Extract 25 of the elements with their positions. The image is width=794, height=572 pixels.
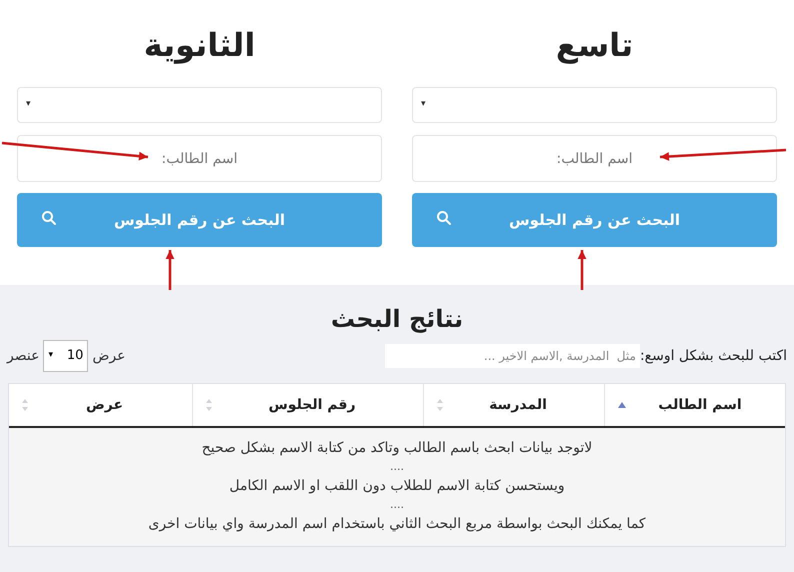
empty-message: .... [390, 460, 404, 474]
length-label: عرض [92, 346, 126, 366]
empty-message: .... [390, 498, 404, 512]
panel-title: الثانوية [142, 25, 256, 66]
search-icon [436, 210, 452, 226]
column-header[interactable]: عرض [9, 384, 192, 426]
column-header[interactable]: رقم الجلوس [192, 384, 423, 426]
search-icon [41, 210, 57, 226]
length-label: عنصر [7, 346, 40, 366]
annotation-arrow [166, 250, 174, 290]
empty-message: لاتوجد بيانات ابحث باسم الطالب وتاكد من كتابة الاسم بشكل صحيح [202, 439, 592, 458]
page-length-dropdown[interactable]: 10 ▾ [43, 340, 88, 372]
dropdown[interactable]: ▾ [412, 87, 777, 123]
student-name-field[interactable]: اسم الطالب: [412, 135, 777, 182]
search-label: اكتب للبحث بشكل اوسع: [640, 346, 787, 366]
results-title: نتائج البحث [330, 304, 464, 335]
column-header[interactable]: المدرسة [423, 384, 604, 426]
empty-message: ويستحسن كتابة الاسم للطلاب دون اللقب او الاسم الكامل [229, 477, 565, 496]
dropdown[interactable]: ▾ [17, 87, 382, 123]
empty-message: كما يمكنك البحث بواسطة مربع البحث الثاني باستخدام اسم المدرسة واي بيانات اخرى [148, 515, 646, 534]
table-search-field[interactable]: مثل المدرسة ,الاسم الاخير ... [384, 344, 640, 368]
student-name-field[interactable]: اسم الطالب: [17, 135, 382, 182]
column-header[interactable]: اسم الطالب [604, 384, 785, 426]
panel-title: تاسع [554, 25, 634, 66]
annotation-arrow [578, 250, 586, 290]
